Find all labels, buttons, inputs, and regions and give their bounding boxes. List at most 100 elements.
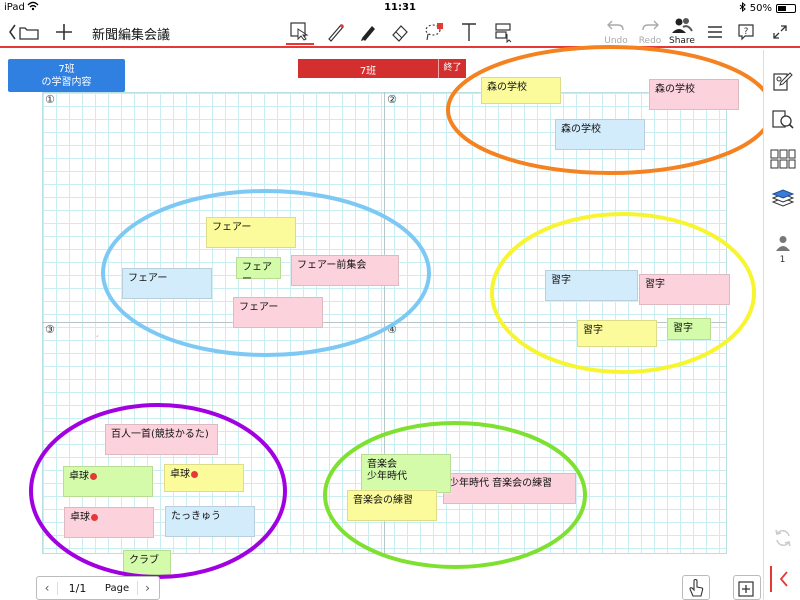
pin-icon — [90, 472, 97, 480]
stray-mark: ˊ — [95, 335, 99, 344]
session-title-bar: 7班 終了 — [298, 59, 466, 78]
user-icon — [776, 236, 790, 251]
sticky-note[interactable]: フェアー前集会 — [291, 255, 399, 286]
sticky-note-text: 音楽会の練習 — [353, 495, 413, 506]
sticky-note-text: フェアー前集会 — [297, 260, 367, 271]
participants-button[interactable] — [770, 230, 796, 256]
select-tool-button[interactable] — [286, 19, 314, 45]
sticky-note[interactable]: 少年時代 音楽会の練習 — [443, 473, 576, 504]
edit-card-button[interactable] — [770, 68, 796, 94]
sync-button[interactable] — [770, 525, 796, 551]
pin-icon — [91, 513, 98, 521]
sticky-note[interactable]: フェアー — [236, 257, 281, 285]
sticky-note[interactable]: 習字 — [639, 274, 730, 305]
battery-icon — [776, 4, 796, 13]
text-icon — [462, 23, 476, 41]
sticky-note-text: 卓球 — [170, 469, 190, 480]
eraser-tool-button[interactable] — [386, 19, 414, 45]
page-number: 1/1 — [57, 581, 97, 595]
grid-view-icon — [770, 149, 796, 169]
sticky-note-text: 卓球 — [70, 512, 90, 523]
class-button-line-2: の学習内容 — [41, 77, 92, 88]
sticky-note[interactable]: 音楽会 少年時代 — [361, 454, 451, 493]
sticky-note[interactable]: 習字 — [667, 318, 711, 340]
end-session-button[interactable]: 終了 — [438, 59, 466, 78]
quadrant-label-4: ④ — [387, 323, 397, 336]
redo-icon — [642, 20, 659, 31]
share-label: Share — [669, 36, 695, 46]
sticky-note[interactable]: フェアー — [233, 297, 323, 328]
sticky-note[interactable]: 森の学校 — [481, 77, 561, 104]
edit-card-icon — [773, 72, 793, 91]
lasso-icon — [425, 23, 443, 41]
bluetooth-icon — [739, 1, 746, 15]
sticky-note-text: 少年時代 音楽会の練習 — [449, 478, 553, 489]
quadrant-label-2: ② — [387, 93, 397, 106]
sticky-note[interactable]: 卓球 — [63, 466, 153, 497]
sticky-note[interactable]: 百人一首(競技かるた) — [105, 424, 218, 455]
sticky-note[interactable]: 森の学校 — [555, 119, 645, 150]
plus-icon — [56, 24, 72, 40]
sticky-note-text: フェアー — [128, 273, 168, 284]
battery-percent: 50% — [749, 3, 772, 14]
hand-tool-button[interactable] — [682, 575, 710, 600]
sticky-note[interactable]: 習字 — [545, 270, 638, 301]
sticky-note-text: 百人一首(競技かるた) — [111, 429, 209, 440]
next-page-button[interactable]: › — [137, 581, 157, 595]
clock: 11:31 — [384, 2, 416, 13]
pen-icon — [328, 23, 345, 42]
add-page-icon — [738, 580, 754, 597]
lasso-tool-button[interactable] — [420, 19, 448, 45]
class-learning-content-button[interactable]: 7班 の学習内容 — [8, 59, 125, 92]
chevron-left-icon — [779, 571, 788, 587]
shape-tool-button[interactable] — [490, 19, 518, 45]
layers-icon — [771, 189, 795, 207]
prev-page-button[interactable]: ‹ — [37, 581, 57, 595]
pen-tool-button[interactable] — [322, 19, 350, 45]
sticky-note[interactable]: 卓球 — [164, 464, 244, 492]
sticky-note-text: 習字 — [673, 323, 693, 334]
sticky-note-text: たっきゅう — [171, 511, 221, 522]
battery-fill — [778, 6, 786, 11]
collapse-panel-button[interactable] — [770, 566, 796, 592]
help-button[interactable]: ? — [734, 19, 758, 45]
quadrant-label-3: ③ — [45, 323, 55, 336]
thumbnail-view-button[interactable] — [770, 146, 796, 172]
search-card-icon — [772, 110, 794, 129]
document-title: 新聞編集会議 — [92, 28, 171, 43]
layers-button[interactable] — [770, 186, 796, 212]
sticky-note[interactable]: 森の学校 — [649, 79, 739, 110]
share-people-icon — [672, 18, 693, 33]
list-menu-icon — [708, 26, 722, 38]
sticky-note[interactable]: 卓球 — [64, 507, 154, 538]
back-to-folder-icon — [9, 24, 39, 40]
search-cards-button[interactable] — [770, 107, 796, 133]
expand-button[interactable] — [768, 19, 792, 45]
right-side-panel: 1 — [763, 50, 800, 600]
back-to-folder-button[interactable] — [6, 21, 42, 43]
marker-tool-button[interactable] — [354, 19, 382, 45]
sticky-note-text: フェアー — [212, 222, 252, 233]
sticky-note-text: 音楽会 — [367, 459, 397, 470]
share-button[interactable]: Share — [662, 16, 702, 46]
page-label: Page — [104, 582, 130, 594]
sync-icon — [775, 529, 791, 547]
sticky-note-text: 習字 — [551, 275, 571, 286]
sticky-note[interactable]: クラブ — [123, 550, 171, 575]
help-icon: ? — [738, 24, 754, 41]
sticky-note[interactable]: たっきゅう — [165, 506, 255, 537]
expand-icon — [773, 25, 787, 39]
add-page-button[interactable] — [733, 575, 761, 600]
text-tool-button[interactable] — [455, 19, 483, 45]
sticky-note-text: クラブ — [129, 555, 159, 566]
menu-button[interactable] — [703, 19, 727, 45]
sticky-note[interactable]: 習字 — [577, 320, 657, 347]
sticky-note[interactable]: 音楽会の練習 — [347, 490, 437, 521]
status-bar: iPad 11:31 50% — [0, 0, 800, 16]
sticky-note[interactable]: フェアー — [206, 217, 296, 248]
pin-icon — [191, 470, 198, 478]
sticky-note[interactable]: フェアー — [122, 268, 212, 299]
hand-pointer-icon — [689, 578, 704, 597]
sticky-note-text: フェアー — [239, 302, 279, 313]
add-button[interactable] — [52, 21, 76, 43]
